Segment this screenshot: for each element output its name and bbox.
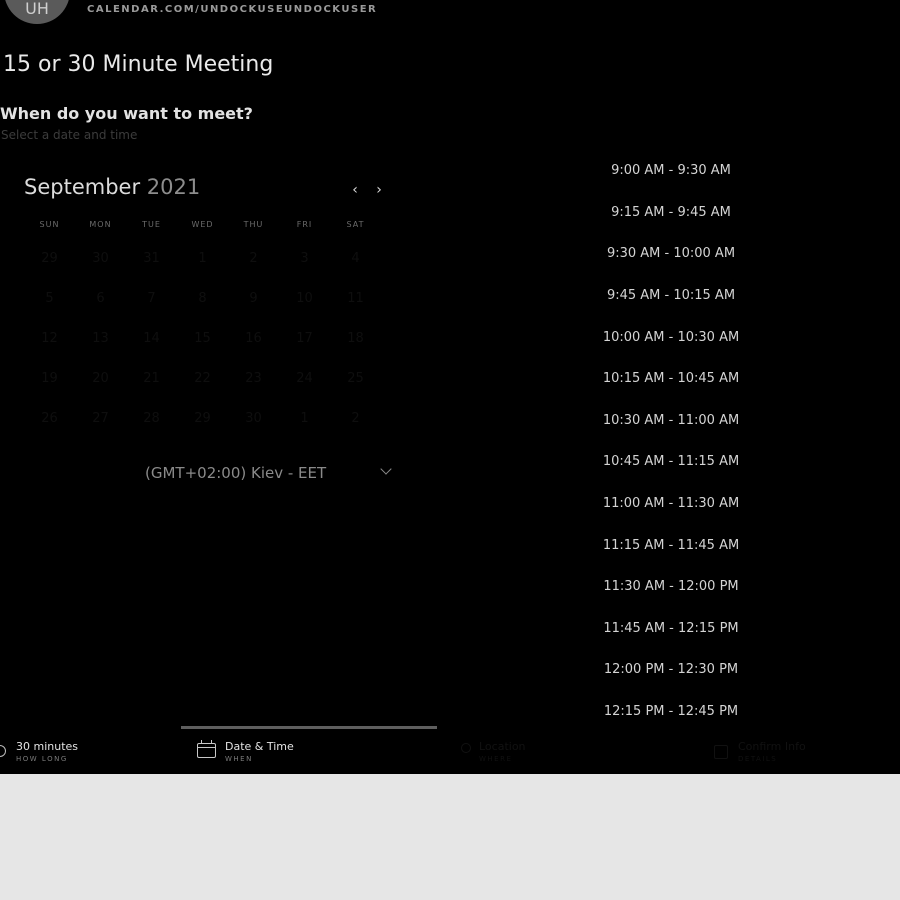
location-pin-icon [461, 743, 471, 753]
weekday-label: SUN [39, 220, 60, 229]
calendar-day[interactable]: 1 [279, 398, 330, 438]
time-slot-button[interactable]: 9:30 AM - 10:00 AM [582, 233, 760, 275]
step-label: Confirm Info [738, 740, 806, 753]
step-sublabel: HOW LONG [16, 755, 68, 763]
clock-icon [0, 745, 6, 757]
calendar-day[interactable]: 29 [177, 398, 228, 438]
time-slot-button[interactable]: 12:00 PM - 12:30 PM [582, 649, 760, 691]
calendar-icon [197, 740, 216, 758]
weekday-label: THU [243, 220, 264, 229]
calendar-grid: 29 30 31 1 2 3 4 5 6 7 8 9 10 11 12 13 14 15 16 17 18 19 20 21 2… [24, 238, 381, 438]
calendar-day[interactable]: 25 [330, 358, 381, 398]
avatar-initials: UH [25, 0, 49, 18]
calendar-day[interactable]: 5 [24, 278, 75, 318]
calendar-day[interactable]: 18 [330, 318, 381, 358]
timezone-select[interactable]: (GMT+02:00) Kiev - EET [130, 458, 400, 490]
step-sublabel: DETAILS [738, 755, 778, 763]
time-slot-button[interactable]: 10:30 AM - 11:00 AM [582, 400, 760, 442]
calendar-day[interactable]: 9 [228, 278, 279, 318]
time-slot-button[interactable]: 11:15 AM - 11:45 AM [582, 524, 760, 566]
host-avatar: UH [4, 0, 70, 24]
step-confirm[interactable]: Confirm Info DETAILS [710, 740, 900, 770]
time-slot-button[interactable]: 12:15 PM - 12:45 PM [582, 691, 760, 733]
weekday-label: MON [89, 220, 112, 229]
time-slot-button[interactable]: 10:45 AM - 11:15 AM [582, 441, 760, 483]
weekday-label: FRI [296, 220, 313, 229]
calendar-year: 2021 [146, 175, 201, 199]
calendar-day[interactable]: 20 [75, 358, 126, 398]
calendar-day[interactable]: 10 [279, 278, 330, 318]
weekday-label: TUE [142, 220, 161, 229]
calendar-day[interactable]: 4 [330, 238, 381, 278]
calendar-day[interactable]: 23 [228, 358, 279, 398]
time-slot-button[interactable]: 11:45 AM - 12:15 PM [582, 608, 760, 650]
calendar-day[interactable]: 12 [24, 318, 75, 358]
calendar-month-label: September 2021 [24, 175, 200, 199]
calendar-day[interactable]: 29 [24, 238, 75, 278]
calendar-day[interactable]: 2 [330, 398, 381, 438]
calendar-month: September [24, 175, 141, 199]
timezone-label: (GMT+02:00) Kiev - EET [145, 464, 327, 482]
time-slot-button[interactable]: 11:00 AM - 11:30 AM [582, 483, 760, 525]
time-slot-button[interactable]: 9:45 AM - 10:15 AM [582, 275, 760, 317]
time-slot-button[interactable]: 9:00 AM - 9:30 AM [582, 150, 760, 192]
calendar-day[interactable]: 16 [228, 318, 279, 358]
weekday-label: WED [191, 220, 214, 229]
host-url[interactable]: CALENDAR.COM/UNDOCKUSEUNDOCKUSER [87, 4, 377, 15]
time-slot-button[interactable]: 10:00 AM - 10:30 AM [582, 316, 760, 358]
active-step-indicator [181, 726, 437, 729]
calendar-day[interactable]: 28 [126, 398, 177, 438]
calendar-day[interactable]: 26 [24, 398, 75, 438]
step-heading: When do you want to meet? [0, 104, 253, 123]
calendar-day[interactable]: 2 [228, 238, 279, 278]
calendar-day[interactable]: 19 [24, 358, 75, 398]
step-date-time[interactable]: Date & Time WHEN [181, 740, 437, 770]
calendar-day[interactable]: 30 [228, 398, 279, 438]
calendar-day[interactable]: 17 [279, 318, 330, 358]
calendar-weekdays: SUN MON TUE WED THU FRI SAT [24, 220, 381, 229]
step-location[interactable]: Location WHERE [455, 740, 675, 770]
calendar-day[interactable]: 30 [75, 238, 126, 278]
calendar-day[interactable]: 21 [126, 358, 177, 398]
weekday-label: SAT [346, 220, 365, 229]
calendar-day[interactable]: 7 [126, 278, 177, 318]
time-slot-list: 9:00 AM - 9:30 AM 9:15 AM - 9:45 AM 9:30 A… [582, 150, 760, 732]
step-label: 30 minutes [16, 740, 79, 753]
calendar-day[interactable]: 15 [177, 318, 228, 358]
time-slot-button[interactable]: 9:15 AM - 9:45 AM [582, 192, 760, 234]
time-slot-button[interactable]: 11:30 AM - 12:00 PM [582, 566, 760, 608]
time-slot-button[interactable]: 10:15 AM - 10:45 AM [582, 358, 760, 400]
calendar-day[interactable]: 14 [126, 318, 177, 358]
step-label: Location [479, 740, 526, 753]
step-label: Date & Time [225, 740, 294, 753]
step-duration[interactable]: 30 minutes HOW LONG [0, 740, 150, 770]
calendar-day[interactable]: 24 [279, 358, 330, 398]
calendar-day[interactable]: 6 [75, 278, 126, 318]
chevron-right-icon[interactable]: › [369, 180, 389, 200]
step-sublabel: WHERE [479, 755, 513, 763]
chevron-left-icon[interactable]: ‹ [345, 180, 365, 200]
event-title: 15 or 30 Minute Meeting [3, 52, 274, 77]
calendar-day[interactable]: 22 [177, 358, 228, 398]
calendar-day[interactable]: 3 [279, 238, 330, 278]
checkbox-icon [714, 745, 728, 759]
calendar-day[interactable]: 31 [126, 238, 177, 278]
calendar-day[interactable]: 13 [75, 318, 126, 358]
step-sublabel: WHEN [225, 755, 253, 763]
scheduler-panel: UH CALENDAR.COM/UNDOCKUSEUNDOCKUSER 15 o… [0, 0, 900, 774]
calendar-day[interactable]: 27 [75, 398, 126, 438]
chevron-down-icon [382, 468, 391, 477]
step-subtitle: Select a date and time [1, 128, 138, 142]
calendar-day[interactable]: 8 [177, 278, 228, 318]
calendar-day[interactable]: 1 [177, 238, 228, 278]
calendar-day[interactable]: 11 [330, 278, 381, 318]
